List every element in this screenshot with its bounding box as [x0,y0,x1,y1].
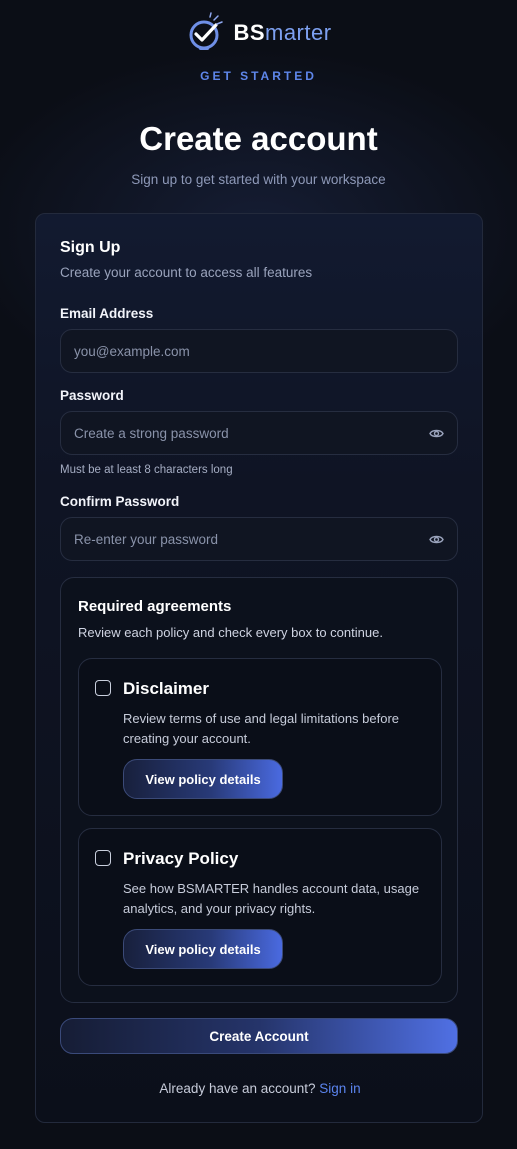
brand-name: BSmarter [233,20,332,45]
sign-in-link[interactable]: Sign in [319,1081,360,1096]
disclaimer-checkbox[interactable] [95,680,111,696]
policy-description: See how BSMARTER handles account data, u… [123,881,420,916]
signin-prompt: Already have an account? Sign in [36,1081,484,1096]
brand-tagline: GET STARTED [200,69,317,83]
password-hint: Must be at least 8 characters long [60,464,233,476]
email-input[interactable] [74,343,444,359]
email-label: Email Address [60,306,154,321]
signup-card: Sign Up Create your account to access al… [35,213,483,1123]
view-policy-details-button[interactable]: View policy details [123,759,283,799]
agreements-title: Required agreements [78,598,232,615]
policy-description: Review terms of use and legal limitation… [123,711,400,746]
card-subtitle: Create your account to access all featur… [60,265,313,280]
signup-page: BSmarter GET STARTED Create account Sign… [0,0,517,1149]
password-field[interactable] [60,411,458,455]
privacy-policy-checkbox[interactable] [95,850,111,866]
policy-title: Privacy Policy [123,849,239,868]
lightbulb-check-logo-icon [189,12,224,50]
view-policy-details-button[interactable]: View policy details [123,929,283,969]
agreements-subtitle: Review each policy and check every box t… [78,625,383,640]
confirm-password-input[interactable] [74,531,428,547]
page-title: Create account [139,120,378,157]
email-field[interactable] [60,329,458,373]
eye-icon[interactable] [428,425,444,441]
policy-card-disclaimer: Disclaimer Review terms of use and legal… [78,658,442,816]
create-account-button[interactable]: Create Account [60,1018,458,1054]
policy-title: Disclaimer [123,679,209,698]
page-subtitle: Sign up to get started with your workspa… [131,172,386,187]
eye-icon[interactable] [428,531,444,547]
policy-card-privacy: Privacy Policy See how BSMARTER handles … [78,828,442,986]
required-agreements: Required agreements Review each policy a… [60,577,458,1003]
confirm-password-label: Confirm Password [60,494,180,509]
confirm-password-field[interactable] [60,517,458,561]
signin-prompt-text: Already have an account? [159,1081,316,1096]
password-label: Password [60,388,124,403]
brand: BSmarter [0,12,517,54]
card-title: Sign Up [60,239,121,256]
password-input[interactable] [74,425,428,441]
